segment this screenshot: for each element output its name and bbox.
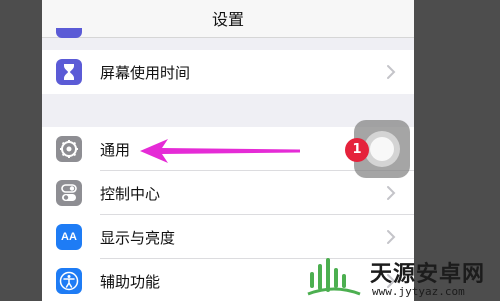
chevron-right-icon [387,186,396,200]
toggle-icon [56,180,82,206]
watermark-title: 天源安卓网 [370,262,486,287]
settings-row-screen-time[interactable]: 屏幕使用时间 [42,50,414,94]
assistive-touch-ring [364,131,400,167]
chevron-right-icon [387,230,396,244]
left-margin [0,0,42,301]
text-size-icon: AA [56,224,82,250]
settings-row-label: 辅助功能 [100,273,161,291]
hourglass-icon [56,59,82,85]
navigation-bar: 设置 [42,0,414,38]
update-badge: 1 [345,138,369,162]
page-title: 设置 [211,10,244,29]
gear-icon [56,136,82,162]
accessibility-icon [56,268,82,294]
annotation-arrow [140,139,300,163]
settings-row-label: 控制中心 [100,185,161,203]
settings-row-control-center[interactable]: 控制中心 [42,171,414,215]
android-logo-icon [307,258,361,296]
watermark: 天源安卓网 www.jytyaz.com [300,252,500,301]
partial-icon [56,28,82,38]
watermark-url: www.jytyaz.com [372,285,465,298]
settings-row-label: 显示与亮度 [100,229,176,247]
settings-row-label: 屏幕使用时间 [100,64,191,82]
chevron-right-icon [387,65,396,79]
text-size-glyph: AA [61,231,77,243]
settings-row-label: 通用 [100,141,131,159]
